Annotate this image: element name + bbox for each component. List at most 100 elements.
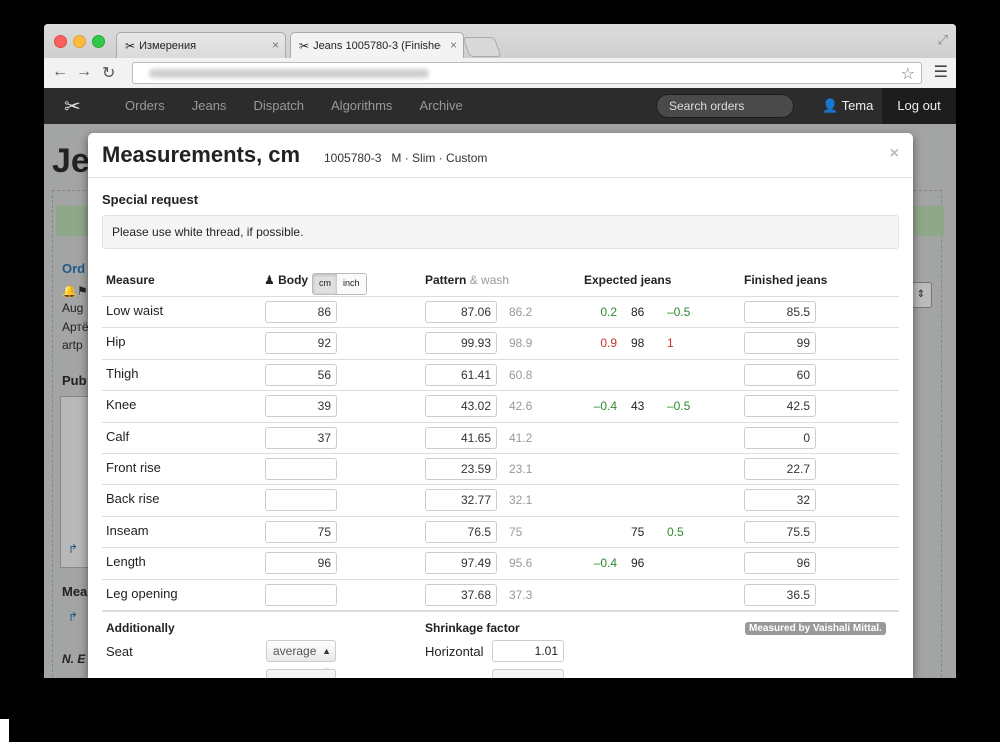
finished-input[interactable]: 60 xyxy=(744,363,816,386)
tab-jeans[interactable]: ✂ Jeans 1005780-3 (Finishec × xyxy=(290,32,464,58)
scissors-icon: ✂ xyxy=(299,38,310,53)
expected-value: 96 xyxy=(631,556,645,571)
pattern-input[interactable]: 37.68 xyxy=(425,583,497,606)
body-input[interactable] xyxy=(265,583,337,606)
finished-input[interactable]: 42.5 xyxy=(744,395,816,418)
finished-input[interactable]: 32 xyxy=(744,489,816,512)
user-icon: 👤 xyxy=(822,98,839,113)
background-name: Артё xyxy=(62,320,89,334)
logout-button[interactable]: Log out xyxy=(882,88,956,124)
seat-select[interactable]: average▲▼ xyxy=(266,640,336,676)
special-request-label: Special request xyxy=(102,192,199,207)
pattern-input[interactable]: 76.5 xyxy=(425,520,497,543)
tab-measurements[interactable]: ✂ Измерения × xyxy=(116,32,286,58)
reload-icon[interactable]: ↻ xyxy=(102,63,115,83)
expected-diff-finished: 1 xyxy=(667,336,674,351)
finished-input[interactable]: 85.5 xyxy=(744,301,816,323)
pattern-input[interactable]: 61.41 xyxy=(425,363,497,386)
new-tab-button[interactable] xyxy=(462,37,502,57)
modal-title: Measurements, cm xyxy=(102,142,301,167)
finished-input[interactable]: 22.7 xyxy=(744,457,816,480)
pattern-input[interactable]: 99.93 xyxy=(425,332,497,355)
scissors-logo-icon[interactable]: ✂ xyxy=(64,94,81,119)
pattern-input[interactable]: 43.02 xyxy=(425,395,497,418)
background-order-link[interactable]: Ord xyxy=(62,261,85,276)
table-row: Inseam 75 76.5 75 75 0.5 75.5 xyxy=(102,515,899,547)
body-input[interactable]: 39 xyxy=(265,395,337,418)
scissors-icon: ✂ xyxy=(125,38,136,53)
wash-value: 95.6 xyxy=(509,556,533,571)
bookmark-star-icon[interactable]: ☆ xyxy=(901,64,915,84)
user-menu[interactable]: 👤 Tema xyxy=(822,88,873,124)
finished-input[interactable]: 99 xyxy=(744,332,816,355)
nav-archive[interactable]: Archive xyxy=(419,88,462,124)
body-input[interactable]: 37 xyxy=(265,426,337,449)
close-tab-icon[interactable]: × xyxy=(272,38,279,52)
finished-input[interactable]: 96 xyxy=(744,552,816,575)
col-wash-label: & wash xyxy=(469,273,510,287)
hidden-select-partial[interactable] xyxy=(266,669,336,678)
body-input[interactable] xyxy=(265,457,337,480)
url-input[interactable]: ☆ xyxy=(132,62,922,84)
background-note: N. E xyxy=(62,652,86,666)
fullscreen-icon[interactable]: ⤢ xyxy=(938,32,948,48)
nav-orders[interactable]: Orders xyxy=(125,88,165,124)
close-tab-icon[interactable]: × xyxy=(450,38,457,52)
body-input[interactable]: 92 xyxy=(265,332,337,355)
minimize-window-button[interactable] xyxy=(73,35,86,48)
measure-label: Leg opening xyxy=(106,585,178,601)
measured-by-badge: Measured by Vaishali Mittal. xyxy=(745,622,886,635)
finished-input[interactable]: 0 xyxy=(744,426,816,449)
tab-title: Измерения xyxy=(139,39,197,52)
vertical-input-partial[interactable] xyxy=(492,669,564,678)
pattern-input[interactable]: 97.49 xyxy=(425,552,497,575)
seat-value: average xyxy=(273,644,317,658)
additionally-label: Additionally xyxy=(106,621,175,635)
share-icon[interactable]: ↱ xyxy=(68,542,78,556)
background-select[interactable]: ⇕ xyxy=(910,282,932,308)
unit-cm-button[interactable]: cm xyxy=(313,274,337,294)
expected-value: 86 xyxy=(631,305,645,319)
pattern-input[interactable]: 41.65 xyxy=(425,426,497,449)
tab-title: Jeans 1005780-3 (Finishec xyxy=(313,39,442,52)
table-footer-divider xyxy=(102,610,899,612)
col-body: ♟ Body xyxy=(264,273,308,287)
search-orders-input[interactable]: Search orders xyxy=(656,94,794,118)
horizontal-input[interactable]: 1.01 xyxy=(492,640,564,662)
table-row: Length 96 97.49 95.6 –0.4 96 96 xyxy=(102,547,899,578)
forward-icon[interactable]: → xyxy=(76,63,92,81)
finished-input[interactable]: 36.5 xyxy=(744,583,816,606)
browser-menu-icon[interactable]: ☰ xyxy=(934,62,948,82)
body-input[interactable]: 86 xyxy=(265,301,337,323)
wash-value: 98.9 xyxy=(509,336,533,351)
col-expected: Expected jeans xyxy=(584,273,672,287)
table-row: Front rise 23.59 23.1 22.7 xyxy=(102,452,899,484)
col-body-label: Body xyxy=(278,273,309,287)
expected-diff-body: 0.9 xyxy=(600,336,617,351)
close-window-button[interactable] xyxy=(54,35,67,48)
pattern-input[interactable]: 32.77 xyxy=(425,489,497,512)
measure-label: Calf xyxy=(106,428,130,444)
user-name: Tema xyxy=(841,98,874,113)
pattern-input[interactable]: 87.06 xyxy=(425,301,497,323)
nav-dispatch[interactable]: Dispatch xyxy=(253,88,304,124)
finished-input[interactable]: 75.5 xyxy=(744,520,816,543)
col-pattern-label: Pattern xyxy=(425,273,467,287)
nav-algorithms[interactable]: Algorithms xyxy=(331,88,392,124)
measure-label: Thigh xyxy=(106,365,139,381)
back-icon[interactable]: ← xyxy=(52,63,68,81)
body-input[interactable]: 96 xyxy=(265,552,337,575)
nav-links: Orders Jeans Dispatch Algorithms Archive xyxy=(125,88,490,124)
unit-inch-button[interactable]: inch xyxy=(337,274,366,294)
expected-diff-body: –0.4 xyxy=(593,399,617,414)
zoom-window-button[interactable] xyxy=(92,35,105,48)
col-finished: Finished jeans xyxy=(744,273,828,287)
body-input[interactable]: 75 xyxy=(265,520,337,543)
nav-jeans[interactable]: Jeans xyxy=(192,88,227,124)
close-icon[interactable]: × xyxy=(890,145,899,163)
pattern-input[interactable]: 23.59 xyxy=(425,457,497,480)
body-input[interactable] xyxy=(265,489,337,512)
share-icon-2[interactable]: ↱ xyxy=(68,610,78,624)
col-measure: Measure xyxy=(106,273,155,287)
body-input[interactable]: 56 xyxy=(265,363,337,386)
